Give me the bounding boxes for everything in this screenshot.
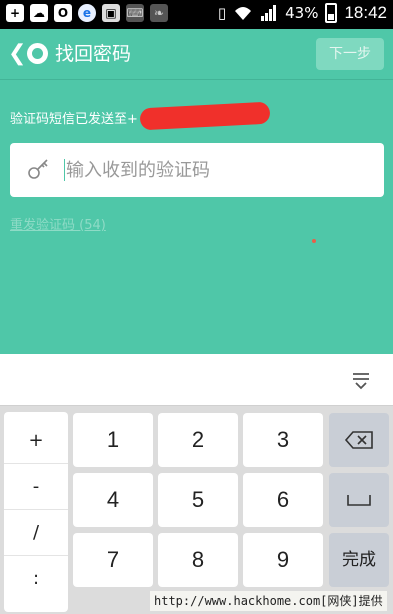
space-key[interactable]: [329, 473, 389, 527]
clock: 18:42: [344, 3, 387, 22]
symbol-column: + - / :: [4, 412, 68, 612]
key-minus[interactable]: -: [4, 464, 68, 510]
next-step-button[interactable]: 下一步: [316, 38, 384, 70]
card-icon: ▣: [102, 4, 120, 22]
numeric-keyboard: + - / : 1 2 3 4 5 6 7 8 9 完成: [0, 406, 393, 614]
key-7[interactable]: 7: [73, 533, 153, 587]
verification-code-input[interactable]: [66, 156, 366, 184]
hide-keyboard-icon[interactable]: [349, 369, 373, 393]
key-colon[interactable]: :: [4, 556, 68, 602]
key-6[interactable]: 6: [243, 473, 323, 527]
key-2[interactable]: 2: [158, 413, 238, 467]
key-1[interactable]: 1: [73, 413, 153, 467]
backspace-key[interactable]: [329, 413, 389, 467]
status-right: ▯ 43% 18:42: [218, 3, 387, 23]
battery-icon: [325, 3, 338, 23]
battery-percent: 43%: [285, 4, 319, 22]
back-icon[interactable]: ❮: [8, 40, 26, 68]
backspace-icon: [344, 431, 373, 449]
done-key[interactable]: 完成: [329, 533, 389, 587]
plus-icon: +: [6, 4, 24, 22]
key-8[interactable]: 8: [158, 533, 238, 587]
space-icon: [347, 495, 371, 506]
key-3[interactable]: 3: [243, 413, 323, 467]
leaf-icon: ❧: [150, 4, 168, 22]
phone-vibrate-icon: ▯: [217, 4, 227, 22]
weather-icon: ☁: [30, 4, 48, 22]
touch-dot: [312, 239, 316, 243]
key-4[interactable]: 4: [73, 473, 153, 527]
keyboard-toolbar: [0, 354, 393, 406]
browser-icon: e: [78, 4, 96, 22]
signal-icon: [261, 5, 277, 21]
app-header: ❮ 找回密码 下一步: [0, 29, 393, 79]
app-logo-icon: [27, 43, 48, 64]
resend-code-link[interactable]: 重发验证码 (54): [10, 214, 106, 233]
status-left-icons: + ☁ O e ▣ ⌨ ❧: [6, 4, 168, 22]
key-5[interactable]: 5: [158, 473, 238, 527]
opera-icon: O: [54, 4, 72, 22]
key-icon: [28, 159, 48, 179]
keyboard-icon: ⌨: [126, 4, 144, 22]
key-plus[interactable]: +: [4, 418, 68, 464]
sms-sent-text: 验证码短信已发送至+: [10, 112, 138, 127]
wifi-icon: [235, 7, 252, 20]
status-bar: + ☁ O e ▣ ⌨ ❧ ▯ 43% 18:42: [0, 0, 393, 29]
key-slash[interactable]: /: [4, 510, 68, 556]
code-input-box[interactable]: [10, 143, 384, 197]
text-caret: [64, 159, 65, 181]
page-title: 找回密码: [55, 43, 132, 65]
header-divider: [0, 79, 393, 80]
key-9[interactable]: 9: [243, 533, 323, 587]
watermark: http://www.hackhome.com[网侠]提供: [150, 591, 387, 611]
